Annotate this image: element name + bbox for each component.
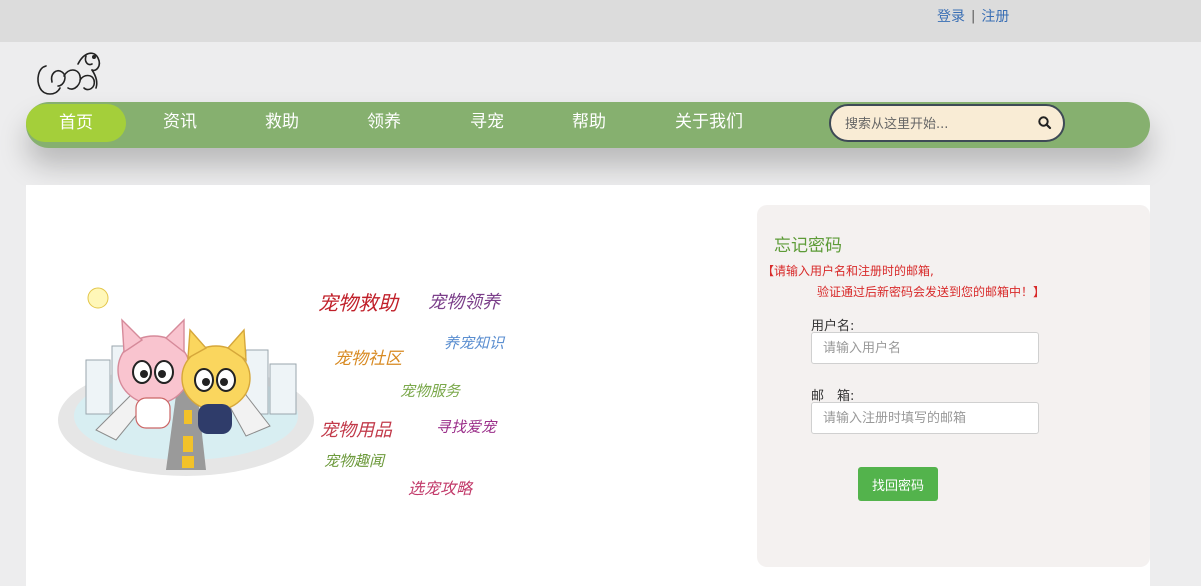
main-nav: 首页 资讯 救助 领养 寻宠 帮助 关于我们 [26, 102, 1150, 148]
pet-illustration: 宠物救助 宠物领养 宠物社区 养宠知识 宠物服务 宠物用品 寻找爱宠 宠物趣闻 … [56, 260, 536, 500]
word-pet-supplies: 宠物用品 [320, 420, 393, 441]
login-link[interactable]: 登录 [937, 6, 965, 26]
word-pet-knowledge: 养宠知识 [444, 334, 506, 352]
search-box [829, 104, 1065, 142]
form-hint-line2: 验证通过后新密码会发送到您的邮箱中！】 [817, 285, 1046, 299]
nav-item-adopt[interactable]: 领养 [334, 102, 434, 142]
word-pet-rescue: 宠物救助 [318, 291, 400, 315]
retrieve-password-button[interactable]: 找回密码 [858, 467, 938, 501]
register-link[interactable]: 注册 [981, 6, 1009, 26]
auth-links: 登录 | 注册 [937, 6, 1009, 26]
form-hint-line1: 【请输入用户名和注册时的邮箱, [762, 264, 934, 278]
word-pet-guide: 选宠攻略 [408, 479, 474, 498]
top-bar: 登录 | 注册 [0, 0, 1201, 42]
nav-item-home[interactable]: 首页 [26, 104, 126, 142]
nav-item-about[interactable]: 关于我们 [659, 102, 759, 142]
nav-item-news[interactable]: 资讯 [130, 102, 230, 142]
forgot-password-card: 忘记密码 【请输入用户名和注册时的邮箱, 验证通过后新密码会发送到您的邮箱中！】… [757, 205, 1150, 567]
word-pet-adopt: 宠物领养 [428, 292, 502, 313]
word-pet-fun: 宠物趣闻 [324, 452, 386, 470]
main-content: 宠物救助 宠物领养 宠物社区 养宠知识 宠物服务 宠物用品 寻找爱宠 宠物趣闻 … [26, 185, 1150, 586]
nav-item-help[interactable]: 帮助 [539, 102, 639, 142]
site-logo[interactable] [34, 46, 106, 98]
nav-item-find-pet[interactable]: 寻宠 [437, 102, 537, 142]
word-find-pet: 寻找爱宠 [436, 418, 498, 436]
word-pet-community: 宠物社区 [334, 349, 405, 369]
nav-item-rescue[interactable]: 救助 [232, 102, 332, 142]
search-icon[interactable] [1037, 115, 1053, 131]
email-input[interactable] [811, 402, 1039, 434]
word-pet-service: 宠物服务 [400, 382, 462, 400]
username-input[interactable] [811, 332, 1039, 364]
search-input[interactable] [845, 113, 1025, 135]
auth-separator: | [971, 8, 976, 24]
form-title: 忘记密码 [774, 236, 842, 256]
